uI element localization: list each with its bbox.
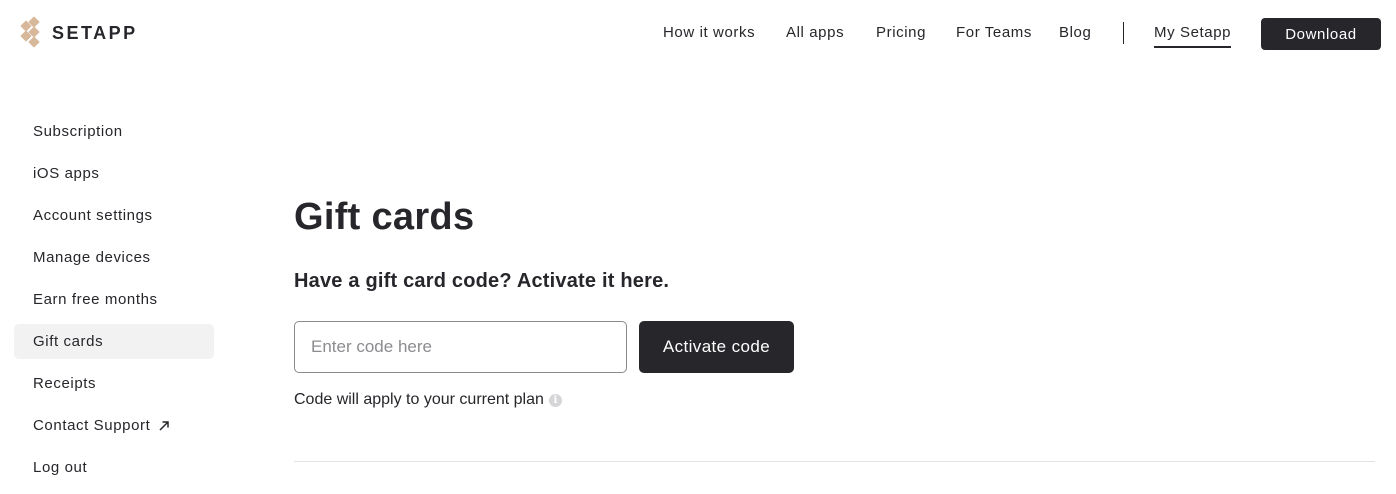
sidebar-item-label: Receipts: [33, 375, 97, 392]
nav-divider: [1123, 22, 1124, 44]
page-subtitle: Have a gift card code? Activate it here.: [294, 270, 670, 292]
top-header: SETAPP How it works All apps Pricing For…: [0, 0, 1396, 66]
external-link-icon: [159, 420, 170, 431]
nav-for-teams[interactable]: For Teams: [956, 24, 1032, 41]
sidebar-item-label: Subscription: [33, 123, 123, 140]
gift-code-input[interactable]: [294, 321, 627, 373]
sidebar-item-ios-apps[interactable]: iOS apps: [14, 156, 214, 191]
sidebar-item-account-settings[interactable]: Account settings: [14, 198, 214, 233]
gift-cards-heading-block: Gift cards Have a gift card code? Activa…: [294, 196, 669, 292]
main-nav: How it works All apps Pricing For Teams …: [0, 0, 1396, 66]
sidebar-item-label: Account settings: [33, 207, 153, 224]
sidebar-item-contact-support[interactable]: Contact Support: [14, 408, 214, 443]
sidebar-item-label: Gift cards: [33, 333, 104, 350]
sidebar-item-receipts[interactable]: Receipts: [14, 366, 214, 401]
plan-note: Code will apply to your current plan i: [294, 391, 562, 409]
sidebar-item-label: Contact Support: [33, 417, 151, 434]
account-sidebar: Subscription iOS apps Account settings M…: [14, 114, 214, 492]
sidebar-item-manage-devices[interactable]: Manage devices: [14, 240, 214, 275]
nav-blog[interactable]: Blog: [1059, 24, 1091, 41]
nav-all-apps[interactable]: All apps: [786, 24, 844, 41]
section-divider: [294, 461, 1375, 462]
activate-code-button[interactable]: Activate code: [639, 321, 794, 373]
sidebar-item-earn-free-months[interactable]: Earn free months: [14, 282, 214, 317]
sidebar-item-label: Earn free months: [33, 291, 158, 308]
sidebar-item-label: Log out: [33, 459, 88, 476]
sidebar-item-gift-cards[interactable]: Gift cards: [14, 324, 214, 359]
info-icon[interactable]: i: [548, 393, 562, 407]
nav-pricing[interactable]: Pricing: [876, 24, 926, 41]
sidebar-item-label: Manage devices: [33, 249, 151, 266]
sidebar-item-log-out[interactable]: Log out: [14, 450, 214, 485]
sidebar-item-subscription[interactable]: Subscription: [14, 114, 214, 149]
download-button[interactable]: Download: [1261, 18, 1381, 50]
nav-how-it-works[interactable]: How it works: [663, 24, 755, 41]
page-title: Gift cards: [294, 196, 475, 238]
nav-my-setapp[interactable]: My Setapp: [1154, 24, 1232, 48]
sidebar-item-label: iOS apps: [33, 165, 100, 182]
plan-note-text: Code will apply to your current plan: [294, 391, 544, 408]
